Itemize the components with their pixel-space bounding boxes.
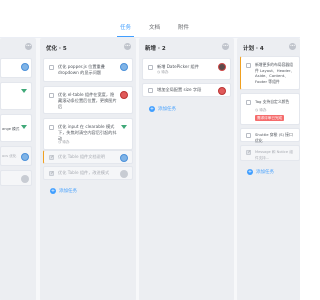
task-text: ange 模式 [2, 127, 20, 131]
task-checkbox[interactable] [49, 171, 54, 176]
column-title: 优化 · 5 [46, 46, 67, 52]
task-card[interactable]: 优化 el-table 组件在宽度，隐藏滚动条位置后位置，更换图片后 [43, 86, 133, 114]
column-header: 优化 · 5 ⋯ [40, 42, 136, 54]
status-badge: 需求评审已完成 [255, 115, 285, 121]
task-card[interactable]: 优化 popper.js 位置重叠 dropdown 的显示问题 [43, 58, 133, 82]
more-icon[interactable]: ⋯ [25, 43, 32, 50]
task-checkbox[interactable] [49, 155, 54, 160]
task-card[interactable]: 新增 DatePicker 组件 ◷ 待办 [142, 58, 231, 80]
kanban-board: ⋯ ange 模式 ocs 优化 优化 · 5 ⋯ 优化 popper.js 位… [0, 37, 300, 300]
tab-docs[interactable]: 文档 [149, 23, 160, 31]
column-left-partial: ⋯ ange 模式 ocs 优化 [0, 38, 36, 300]
task-card[interactable]: Message 和 Notice 组件支持... [240, 145, 300, 161]
assignee-avatar[interactable] [21, 153, 29, 161]
column-title: 计划 · 4 [243, 46, 264, 52]
task-text: 增加全局配置 size 字段 [157, 87, 202, 92]
task-status: ◷ 待办 [58, 140, 70, 144]
task-checkbox[interactable] [49, 125, 54, 130]
task-card[interactable] [0, 58, 32, 78]
assignee-avatar[interactable] [120, 63, 128, 71]
task-checkbox[interactable] [148, 88, 153, 93]
task-checkbox[interactable] [49, 93, 54, 98]
column-header: ⋯ [0, 42, 36, 54]
column-plan: 计划 · 4 ⋯ 新增更多的布局容器组件 Layout、Header、Aside… [237, 38, 300, 300]
task-text: 优化 popper.js 位置重叠 dropdown 的显示问题 [58, 64, 105, 75]
column-optimize: 优化 · 5 ⋯ 优化 popper.js 位置重叠 dropdown 的显示问… [40, 38, 136, 300]
project-tabs: 任务 文档 附件 [116, 23, 189, 37]
task-card[interactable] [0, 170, 32, 186]
task-text: 优化 Table 组件文档说明 [58, 154, 105, 159]
task-card[interactable]: 增加全局配置 size 字段 [142, 83, 231, 97]
task-checkbox[interactable] [246, 100, 251, 105]
task-checkbox[interactable] [246, 63, 251, 68]
task-card[interactable]: 优化 input 在 clearable 模式下，失焦时清空内容后引起的抖动 ◷… [43, 118, 133, 150]
more-icon[interactable]: ⋯ [289, 43, 296, 50]
task-card[interactable]: 优化 Table 组件，改进模式 [43, 166, 133, 180]
add-task-button[interactable]: + 添加任务 [247, 169, 274, 175]
assignee-avatar[interactable] [218, 63, 226, 71]
vue-logo-icon [121, 125, 127, 129]
add-task-label: 添加任务 [158, 107, 176, 112]
column-header: 计划 · 4 ⋯ [237, 42, 300, 54]
assignee-avatar[interactable] [21, 63, 29, 71]
task-text: 优化 Table 组件，改进模式 [58, 170, 110, 175]
vue-logo-icon [21, 125, 27, 129]
add-task-label: 添加任务 [256, 170, 274, 175]
task-card[interactable]: ange 模式 [0, 114, 32, 142]
task-checkbox[interactable] [148, 65, 153, 70]
task-text: 新增更多的布局容器组件 Layout、Header、Aside、Content、… [255, 62, 295, 84]
task-status: ◷ 待办 [255, 108, 267, 112]
plus-icon: + [50, 188, 56, 194]
task-text: Tag 支持自定义颜色 [255, 99, 290, 104]
task-card[interactable]: 优化 Table 组件文档说明 [43, 150, 133, 164]
assignee-avatar[interactable] [218, 87, 226, 95]
task-text: ocs 优化 [2, 154, 17, 158]
top-bar: 任务 文档 附件 [0, 0, 300, 37]
task-text: Shuttle 穿梭 (S) 接口优化 [255, 132, 293, 143]
task-text: 优化 el-table 组件在宽度，隐藏滚动条位置后位置，更换图片后 [58, 92, 117, 109]
column-new: 新增 · 2 ⋯ 新增 DatePicker 组件 ◷ 待办 增加全局配置 si… [139, 38, 234, 300]
assignee-avatar[interactable] [21, 175, 29, 183]
task-text: Message 和 Notice 组件支持... [255, 150, 293, 160]
more-icon[interactable]: ⋯ [124, 43, 131, 50]
assignee-avatar[interactable] [120, 170, 128, 178]
vue-logo-icon [21, 89, 27, 93]
task-card[interactable]: Tag 支持自定义颜色 ◷ 待办 需求评审已完成 [240, 93, 300, 125]
more-icon[interactable]: ⋯ [222, 43, 229, 50]
add-task-button[interactable]: + 添加任务 [50, 188, 77, 194]
column-header: 新增 · 2 ⋯ [139, 42, 234, 54]
assignee-avatar[interactable] [120, 154, 128, 162]
task-card[interactable]: ocs 优化 [0, 146, 32, 166]
add-task-label: 添加任务 [59, 189, 77, 194]
task-checkbox[interactable] [246, 150, 251, 155]
task-card[interactable]: Shuttle 穿梭 (S) 接口优化 [240, 128, 300, 143]
column-title: 新增 · 2 [145, 46, 166, 52]
task-checkbox[interactable] [49, 65, 54, 70]
task-card[interactable] [0, 82, 32, 110]
add-task-button[interactable]: + 添加任务 [149, 106, 176, 112]
plus-icon: + [247, 169, 253, 175]
tab-attachments[interactable]: 附件 [178, 23, 189, 31]
task-checkbox[interactable] [246, 133, 251, 138]
task-status: ◷ 待办 [157, 70, 169, 74]
tab-tasks[interactable]: 任务 [116, 23, 135, 37]
task-card[interactable]: 新增更多的布局容器组件 Layout、Header、Aside、Content、… [240, 56, 300, 90]
assignee-avatar[interactable] [120, 91, 128, 99]
plus-icon: + [149, 106, 155, 112]
